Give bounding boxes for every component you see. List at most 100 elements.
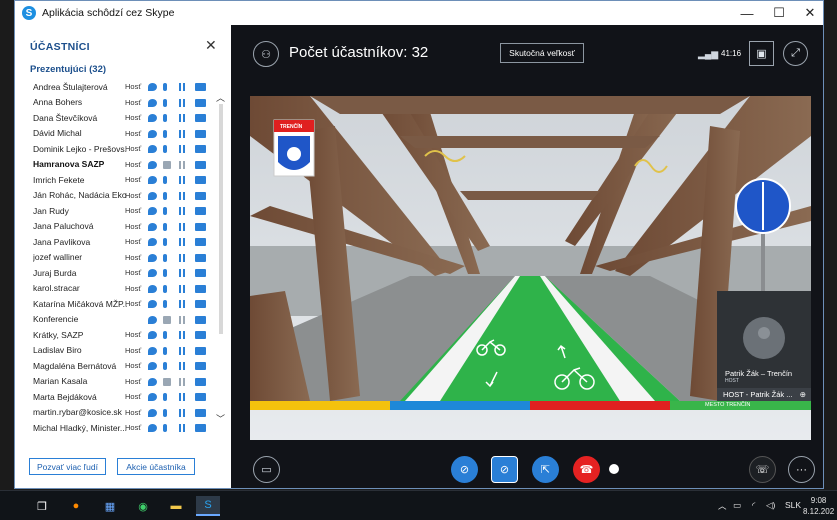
chat-status-icon [148,129,157,138]
chat-status-icon [148,207,157,215]
participant-row[interactable]: martin.rybar@kosice.sk Hosť [15,405,215,421]
scroll-up-icon[interactable]: ︿ [216,91,225,104]
participant-name: jozef walliner [33,252,83,263]
mute-mic-icon[interactable]: ⊘ [491,456,518,483]
participant-row[interactable]: jozef walliner Hosť [15,250,215,266]
firefox-icon[interactable]: ● [66,496,86,516]
screen-share-status-icon [195,160,206,169]
real-size-button[interactable]: Skutočná veľkosť [500,43,584,63]
shared-content-image: TRENČÍN MESTO TRENČÍN Patrik Žák – Trenč… [250,96,811,440]
screen-share-status-icon [195,300,206,308]
participant-row[interactable]: Dana Števčíková Hosť [15,110,215,126]
layout-options-icon[interactable]: ▣ [749,41,774,66]
screen-share-status-icon [195,253,206,262]
participant-role: Hosť [125,299,142,309]
chat-status-icon [148,346,157,355]
participant-role: Hosť [125,159,142,169]
hang-up-button[interactable]: ☎ [573,456,600,483]
hold-status-icon [179,408,185,417]
chat-status-icon [148,362,157,370]
mic-status-icon [163,129,167,138]
participant-row[interactable]: Ladislav Biro Hosť [15,343,215,359]
im-chat-icon[interactable]: ▭ [253,456,280,483]
tray-expand-icon[interactable]: ︿ [718,500,727,512]
participant-row[interactable]: Hamranova SAZP Hosť [15,157,215,173]
screen-share-status-icon [195,408,206,417]
presenters-group-label[interactable]: Prezentujúci (32) [30,64,106,75]
participant-row[interactable]: Ján Rohác, Nadácia Eko... Hosť [15,188,215,204]
participants-icon[interactable]: ⚇ [253,41,279,67]
close-window-button[interactable]: ✕ [794,1,823,25]
video-status-icon [163,315,171,324]
wifi-icon[interactable]: ◜ [752,500,755,511]
participant-actions-button[interactable]: Akcie účastníka [117,458,195,475]
pin-icon[interactable]: ⊕ [800,390,806,399]
task-view-icon[interactable]: ❐ [32,496,52,516]
participant-row[interactable]: Dominik Lejko - Prešovs... Hosť [15,141,215,157]
chrome-icon[interactable]: ◉ [133,496,153,516]
maximize-button[interactable]: ☐ [763,1,795,25]
participant-row[interactable]: Konferencie [15,312,215,328]
scroll-down-icon[interactable]: ﹀ [216,412,225,425]
remote-desktop-icon[interactable]: ▦ [100,496,120,516]
signal-strength-icon: ▂▄▆ [698,49,719,59]
chat-status-icon [148,300,157,308]
participant-row[interactable]: Jan Rudy Hosť [15,203,215,219]
participant-name: Marian Kasala [33,376,88,387]
invite-more-people-button[interactable]: Pozvať viac ľudí [29,458,106,475]
screen-share-status-icon [195,222,206,231]
screen-share-status-icon [195,424,206,432]
participant-scrollbar[interactable]: ︿ ﹀ [216,91,226,441]
participant-name: Ján Rohác, Nadácia Eko... [33,190,127,201]
participant-row[interactable]: karol.stracar Hosť [15,281,215,297]
participant-row[interactable]: Jana Paluchová Hosť [15,219,215,235]
participant-row[interactable]: Katarína Mičáková MŽP... Hosť [15,296,215,312]
mic-status-icon [163,222,167,231]
video-off-icon[interactable]: ⊘ [451,456,478,483]
system-clock[interactable]: 9:08 8.12.202 [803,495,834,517]
screen-share-status-icon [195,393,206,401]
chat-status-icon [148,160,157,169]
participant-row[interactable]: Jana Pavlikova Hosť [15,234,215,250]
participant-role: Hosť [125,392,142,402]
participant-row[interactable]: Dávid Michal Hosť [15,126,215,142]
participant-name: Dominik Lejko - Prešovs... [33,143,127,154]
participant-row[interactable]: Juraj Burda Hosť [15,265,215,281]
chat-status-icon [148,176,157,184]
clock-time: 9:08 [810,496,827,505]
network-icon[interactable]: ▭ [733,500,741,511]
participant-role: Hosť [125,190,142,200]
participant-name: karol.stracar [33,283,80,294]
screen-share-status-icon [195,238,206,246]
hold-status-icon [179,315,185,324]
screen-share-status-icon [195,377,206,386]
language-indicator[interactable]: SLK [785,500,801,510]
participant-row[interactable]: Imrich Fekete Hosť [15,172,215,188]
participant-role: Hosť [125,283,142,293]
participant-row[interactable]: Michal Hladký, Minister... Hosť [15,420,215,436]
call-controls-icon[interactable]: ☏ [749,456,776,483]
participant-role: Hosť [125,175,142,185]
close-panel-icon[interactable]: ✕ [205,37,217,54]
scrollbar-thumb[interactable] [219,104,223,334]
more-options-icon[interactable]: ··· [788,456,815,483]
participant-row[interactable]: Magdaléna Bernátová Hosť [15,358,215,374]
participant-row[interactable]: Krátky, SAZP Hosť [15,327,215,343]
participant-row[interactable]: Marian Kasala Hosť [15,374,215,390]
fullscreen-icon[interactable]: ⤢ [783,41,808,66]
screen-share-status-icon [195,284,206,293]
participant-count: Počet účastníkov: 32 [289,44,429,61]
city-banner-text: MESTO TRENČÍN [705,402,751,408]
participant-row[interactable]: Anna Bohers Hosť [15,95,215,111]
mic-status-icon [163,207,167,215]
participant-row[interactable]: Marta Bejdáková Hosť [15,389,215,405]
skype-taskbar-icon[interactable]: S [196,496,220,516]
participant-row[interactable]: Andrea Štulajterová Hosť [15,79,215,95]
pip-footer-label[interactable]: HOST - Patrik Žák ... ⊕ [717,388,811,401]
participant-name: Anna Bohers [33,97,83,108]
present-content-icon[interactable]: ⇱ [532,456,559,483]
minimize-button[interactable]: — [731,1,763,25]
hold-status-icon [179,114,185,122]
volume-icon[interactable]: ◁) [766,500,775,511]
file-explorer-icon[interactable]: ▬ [166,496,186,516]
